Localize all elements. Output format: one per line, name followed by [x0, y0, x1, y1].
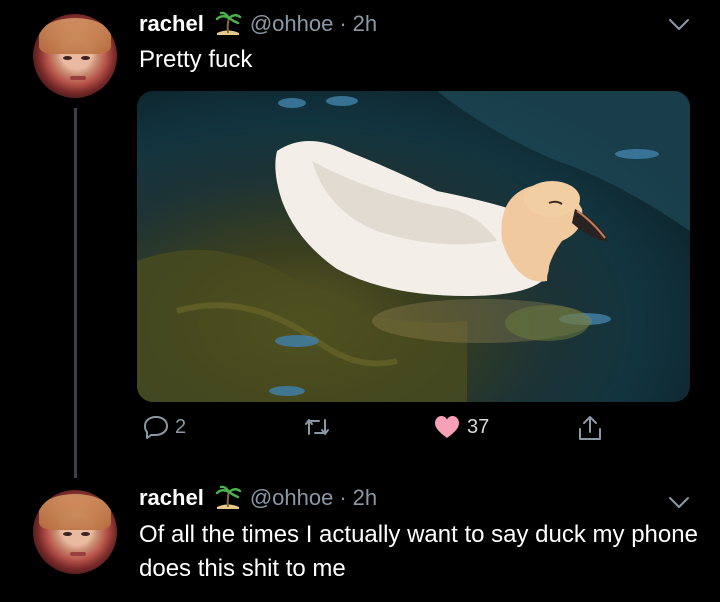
avatar[interactable]	[33, 490, 117, 574]
chevron-down-icon[interactable]	[668, 496, 690, 510]
timestamp[interactable]: 2h	[353, 485, 377, 511]
tweet[interactable]: rachel @ohhoe · 2h Of all the times I ac…	[0, 470, 720, 602]
display-name[interactable]: rachel	[139, 11, 204, 37]
reply-button[interactable]: 2	[143, 414, 186, 440]
avatar-eye	[63, 532, 72, 536]
island-icon	[215, 11, 242, 35]
tweet-actions: 2 37	[0, 414, 720, 454]
tweet-image[interactable]	[137, 91, 690, 402]
heart-icon	[435, 416, 459, 438]
duck-photo	[137, 91, 690, 402]
like-button[interactable]: 37	[433, 414, 489, 440]
avatar-eye	[63, 56, 72, 60]
reply-icon	[144, 416, 168, 439]
tweet-text: Pretty fuck	[139, 46, 253, 73]
tweet-header: rachel @ohhoe · 2h	[139, 485, 377, 511]
timestamp[interactable]: 2h	[353, 11, 377, 37]
display-name[interactable]: rachel	[139, 485, 204, 511]
avatar-eye	[81, 532, 90, 536]
share-button[interactable]	[576, 414, 604, 442]
retweet-icon	[305, 419, 329, 435]
share-icon	[579, 416, 601, 440]
tweet-header: rachel @ohhoe · 2h	[139, 11, 377, 37]
reply-count: 2	[175, 415, 187, 438]
tweet[interactable]: rachel @ohhoe · 2h Pretty fuck 2 37	[0, 0, 720, 478]
avatar-eye	[81, 56, 90, 60]
avatar-hair	[39, 494, 111, 530]
avatar-mouth	[70, 76, 86, 80]
separator-dot: ·	[339, 485, 347, 510]
avatar-mouth	[70, 552, 86, 556]
island-icon	[215, 485, 242, 509]
avatar[interactable]	[33, 14, 117, 98]
avatar-hair	[39, 18, 111, 54]
retweet-button[interactable]	[303, 414, 337, 440]
separator-dot: ·	[339, 11, 347, 36]
user-handle[interactable]: @ohhoe	[250, 485, 334, 511]
user-handle[interactable]: @ohhoe	[250, 11, 334, 37]
like-count: 37	[467, 415, 490, 438]
chevron-down-icon[interactable]	[668, 18, 690, 32]
tweet-text: Of all the times I actually want to say …	[139, 521, 698, 582]
